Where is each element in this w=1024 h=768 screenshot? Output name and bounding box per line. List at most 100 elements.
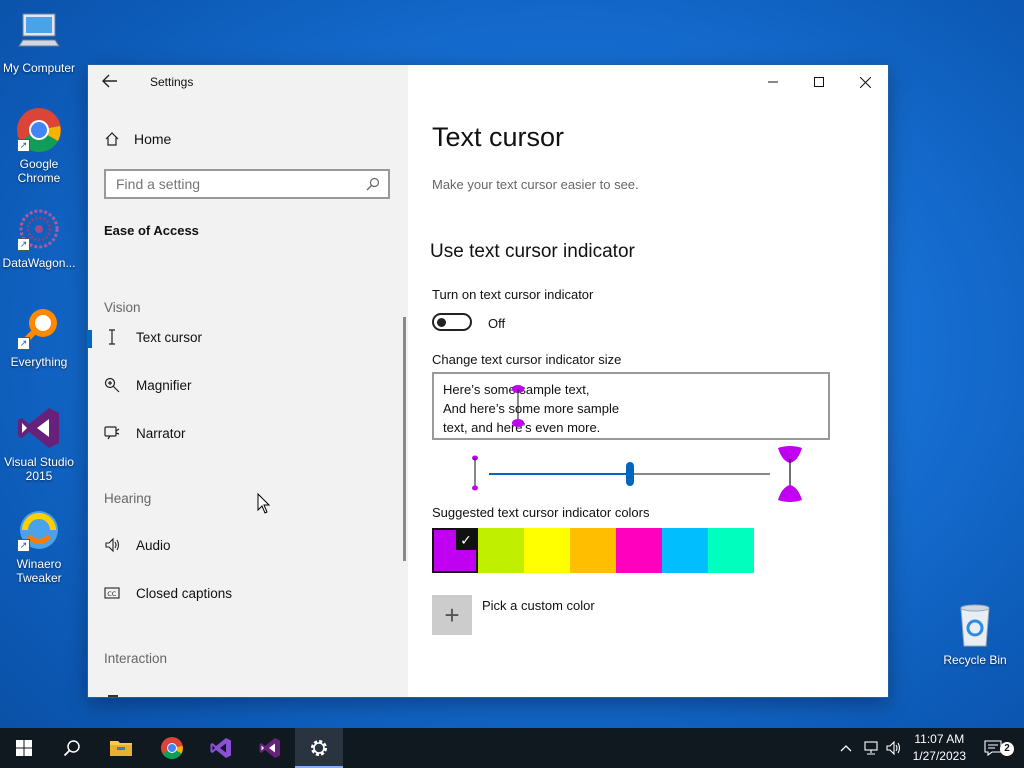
search-input[interactable] — [116, 176, 356, 192]
taskbar-clock[interactable]: 11:07 AM 1/27/2023 — [913, 731, 966, 765]
shortcut-arrow-icon: ↗ — [17, 139, 30, 152]
shortcut-arrow-icon: ↗ — [17, 238, 30, 251]
desktop-icon-datawagon[interactable]: ↗ DataWagon... — [0, 205, 78, 270]
sample-text-preview: Here’s some sample text, And here’s some… — [432, 372, 830, 440]
chrome-icon — [161, 737, 183, 759]
settings-window: Settings Home Ease of Access Vision Text… — [88, 65, 888, 697]
mouse-pointer-icon — [257, 493, 271, 514]
desktop-icon-everything[interactable]: ↗ Everything — [0, 304, 78, 369]
color-swatch[interactable] — [524, 528, 570, 573]
magnifier-icon — [104, 377, 120, 393]
text-cursor-indicator-toggle[interactable] — [432, 313, 472, 331]
group-label-interaction: Interaction — [104, 651, 168, 666]
windows-logo-icon — [16, 740, 32, 756]
sidebar-item-label: Text cursor — [136, 329, 203, 345]
size-slider-thumb[interactable] — [625, 462, 634, 486]
search-icon — [63, 740, 80, 757]
home-label: Home — [134, 131, 172, 147]
desktop-icon-label: My Computer — [2, 61, 76, 75]
taskbar-search-button[interactable] — [48, 728, 96, 768]
pick-custom-color-button[interactable]: + — [432, 595, 472, 635]
preview-line: And here’s some more sample — [443, 401, 620, 416]
sidebar-item-closed-captions[interactable]: CC Closed captions — [104, 581, 384, 605]
partially-visible-item — [108, 695, 118, 697]
close-button[interactable] — [842, 65, 888, 99]
desktop-icon-winaero[interactable]: ↗ Winaero Tweaker — [0, 506, 78, 585]
maximize-button[interactable] — [796, 65, 842, 99]
sidebar-scrollbar[interactable] — [403, 317, 406, 561]
back-button[interactable] — [102, 73, 124, 91]
visual-studio-icon — [259, 738, 280, 758]
taskbar-file-explorer[interactable] — [97, 728, 145, 768]
selected-indicator — [88, 330, 92, 348]
cursor-indicator-preview-icon — [512, 385, 524, 427]
page-title: Text cursor — [432, 122, 565, 152]
toggle-label: Turn on text cursor indicator — [432, 287, 594, 302]
minimize-button[interactable] — [750, 65, 796, 99]
color-swatch[interactable] — [478, 528, 524, 573]
colors-label: Suggested text cursor indicator colors — [432, 505, 650, 520]
size-slider-fill — [489, 473, 630, 475]
search-box[interactable] — [104, 169, 390, 199]
start-button[interactable] — [0, 728, 48, 768]
narrator-icon — [104, 425, 120, 441]
cc-icon: CC — [104, 585, 120, 601]
taskbar-chrome[interactable] — [148, 728, 196, 768]
taskbar-visual-studio[interactable] — [197, 728, 245, 768]
section-heading: Use text cursor indicator — [430, 241, 635, 262]
datawagon-icon: ↗ — [15, 205, 63, 253]
clock-date: 1/27/2023 — [912, 749, 966, 763]
desktop-icon-visual-studio[interactable]: Visual Studio 2015 — [0, 404, 78, 483]
color-swatch[interactable] — [662, 528, 708, 573]
sidebar-item-magnifier[interactable]: Magnifier — [104, 373, 384, 397]
sidebar-item-label: Magnifier — [136, 377, 192, 393]
color-swatch[interactable] — [570, 528, 616, 573]
sidebar-item-label: Narrator — [136, 425, 186, 441]
color-swatch[interactable]: ✓ — [432, 528, 478, 573]
tray-volume[interactable] — [884, 728, 904, 768]
chrome-icon: ↗ — [15, 106, 63, 154]
desktop-icon-label: Winaero Tweaker — [16, 557, 62, 585]
plus-icon: + — [444, 599, 460, 630]
desktop-icon-label: Recycle Bin — [943, 653, 1007, 667]
tray-overflow-button[interactable] — [836, 728, 856, 768]
custom-color-label: Pick a custom color — [482, 598, 595, 613]
page-subtitle: Make your text cursor easier to see. — [432, 177, 639, 192]
toggle-state: Off — [488, 316, 506, 331]
home-nav-item[interactable]: Home — [104, 127, 171, 151]
section-title: Ease of Access — [104, 223, 199, 238]
minimize-icon — [768, 81, 778, 83]
sidebar-item-text-cursor[interactable]: Text cursor — [104, 325, 384, 349]
sidebar-item-narrator[interactable]: Narrator — [104, 421, 384, 445]
winaero-tweaker-icon: ↗ — [15, 506, 63, 554]
title-bar[interactable]: Settings — [88, 65, 408, 99]
back-arrow-icon — [102, 74, 117, 88]
speaker-icon — [886, 741, 901, 755]
color-swatches: ✓ — [432, 528, 754, 573]
small-indicator-icon — [472, 455, 478, 491]
desktop-icon-my-computer[interactable]: My Computer — [0, 10, 78, 75]
taskbar-settings[interactable] — [295, 728, 343, 768]
network-icon — [864, 741, 878, 755]
desktop-icon-label: Everything — [10, 355, 68, 369]
color-swatch[interactable] — [616, 528, 662, 573]
maximize-icon — [814, 77, 824, 87]
tray-network[interactable] — [860, 728, 882, 768]
desktop-icon-label: Google Chrome — [17, 157, 61, 185]
chevron-up-icon — [840, 745, 852, 752]
sidebar-item-audio[interactable]: Audio — [104, 533, 384, 557]
search-icon[interactable] — [366, 177, 380, 191]
desktop-icon-recycle-bin[interactable]: Recycle Bin — [936, 602, 1014, 667]
computer-icon — [15, 10, 63, 58]
large-indicator-icon — [778, 446, 802, 502]
speaker-icon — [104, 537, 120, 553]
desktop-icon-chrome[interactable]: ↗ Google Chrome — [0, 106, 78, 185]
clock-time: 11:07 AM — [914, 732, 965, 746]
desktop-icon-label: DataWagon... — [2, 256, 76, 270]
taskbar-visual-studio-2[interactable] — [246, 728, 294, 768]
color-swatch[interactable] — [708, 528, 754, 573]
folder-icon — [110, 741, 132, 756]
preview-line: text, and here’s even more. — [443, 420, 601, 435]
recycle-bin-icon — [951, 602, 999, 650]
app-title: Settings — [150, 75, 194, 89]
